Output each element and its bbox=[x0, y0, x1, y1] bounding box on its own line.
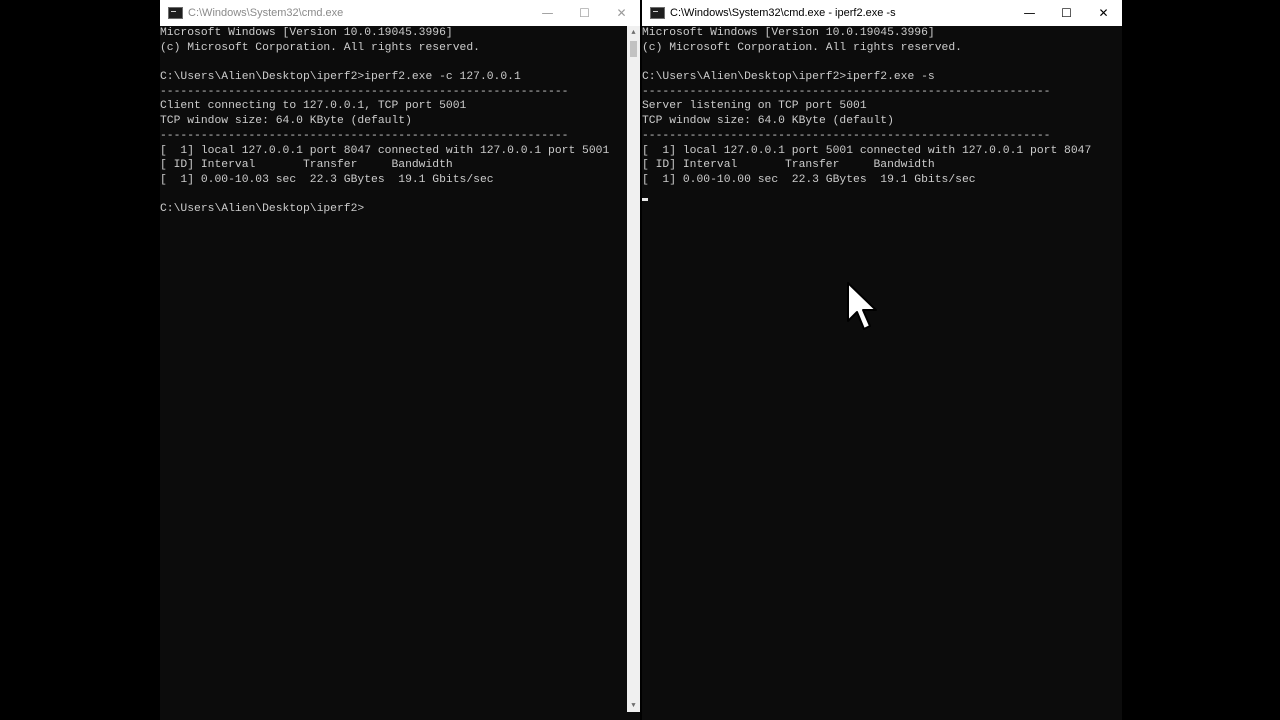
console-line: C:\Users\Alien\Desktop\iperf2>iperf2.exe… bbox=[160, 71, 521, 84]
server-close-button[interactable]: ✕ bbox=[1085, 0, 1122, 26]
server-window-title: C:\Windows\System32\cmd.exe - iperf2.exe… bbox=[670, 7, 896, 19]
client-maximize-button[interactable]: ☐ bbox=[566, 0, 603, 26]
console-line: Client connecting to 127.0.0.1, TCP port… bbox=[160, 100, 467, 113]
mouse-pointer-icon bbox=[847, 282, 877, 330]
client-minimize-button[interactable]: — bbox=[529, 0, 566, 26]
client-close-button[interactable]: ✕ bbox=[603, 0, 640, 26]
client-console-window[interactable]: C:\Windows\System32\cmd.exe — ☐ ✕ Micros… bbox=[160, 0, 640, 720]
console-line: ----------------------------------------… bbox=[642, 129, 1051, 142]
server-title-bar[interactable]: C:\Windows\System32\cmd.exe - iperf2.exe… bbox=[642, 0, 1122, 26]
scroll-up-arrow-icon[interactable]: ▲ bbox=[627, 26, 640, 39]
text-cursor bbox=[642, 197, 648, 201]
console-line: ----------------------------------------… bbox=[160, 85, 569, 98]
scrollbar-thumb[interactable] bbox=[630, 41, 637, 57]
console-line: [ ID] Interval Transfer Bandwidth bbox=[642, 159, 935, 172]
scroll-down-arrow-icon[interactable]: ▼ bbox=[627, 699, 640, 712]
console-line: [ 1] 0.00-10.03 sec 22.3 GBytes 19.1 Gbi… bbox=[160, 173, 494, 186]
console-line: ----------------------------------------… bbox=[160, 129, 569, 142]
console-cursor-line bbox=[642, 188, 1120, 203]
console-line: (c) Microsoft Corporation. All rights re… bbox=[642, 41, 962, 54]
server-maximize-button[interactable]: ☐ bbox=[1048, 0, 1085, 26]
console-line: C:\Users\Alien\Desktop\iperf2> bbox=[160, 203, 365, 216]
server-console-window[interactable]: C:\Windows\System32\cmd.exe - iperf2.exe… bbox=[642, 0, 1122, 720]
console-line: [ 1] 0.00-10.00 sec 22.3 GBytes 19.1 Gbi… bbox=[642, 173, 976, 186]
console-line: C:\Users\Alien\Desktop\iperf2>iperf2.exe… bbox=[642, 71, 935, 84]
console-line: [ 1] local 127.0.0.1 port 5001 connected… bbox=[642, 144, 1092, 157]
console-line: [ ID] Interval Transfer Bandwidth bbox=[160, 159, 453, 172]
console-app-icon bbox=[650, 7, 665, 19]
client-console-output[interactable]: Microsoft Windows [Version 10.0.19045.39… bbox=[160, 26, 626, 712]
client-vertical-scrollbar[interactable]: ▲ ▼ bbox=[627, 26, 640, 712]
console-line: Server listening on TCP port 5001 bbox=[642, 100, 867, 113]
console-line: (c) Microsoft Corporation. All rights re… bbox=[160, 41, 480, 54]
console-line: Microsoft Windows [Version 10.0.19045.39… bbox=[642, 27, 935, 39]
console-line: TCP window size: 64.0 KByte (default) bbox=[160, 115, 412, 128]
console-line: Microsoft Windows [Version 10.0.19045.39… bbox=[160, 27, 453, 39]
client-title-bar[interactable]: C:\Windows\System32\cmd.exe — ☐ ✕ bbox=[160, 0, 640, 26]
server-console-output[interactable]: Microsoft Windows [Version 10.0.19045.39… bbox=[642, 26, 1120, 712]
client-window-title: C:\Windows\System32\cmd.exe bbox=[188, 7, 344, 19]
console-line: ----------------------------------------… bbox=[642, 85, 1051, 98]
console-app-icon bbox=[168, 7, 183, 19]
server-minimize-button[interactable]: — bbox=[1011, 0, 1048, 26]
console-line: TCP window size: 64.0 KByte (default) bbox=[642, 115, 894, 128]
console-line: [ 1] local 127.0.0.1 port 8047 connected… bbox=[160, 144, 610, 157]
